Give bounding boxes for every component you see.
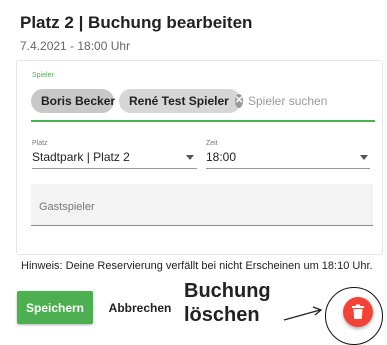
delete-booking-button[interactable] bbox=[343, 297, 373, 327]
annotation-line-2: löschen bbox=[184, 304, 260, 326]
player-chip-label: René Test Spieler bbox=[129, 94, 229, 108]
dialog-title: Platz 2 | Buchung bearbeiten bbox=[20, 13, 253, 32]
remove-player-icon[interactable]: ✕ bbox=[234, 94, 244, 108]
guest-player-input[interactable] bbox=[39, 199, 339, 215]
reservation-hint: Hinweis: Deine Reservierung verfällt bei… bbox=[21, 260, 373, 272]
trash-icon bbox=[352, 304, 364, 319]
court-label: Platz bbox=[32, 140, 48, 147]
time-select[interactable]: 18:00 bbox=[206, 150, 236, 164]
save-button[interactable]: Speichern bbox=[17, 291, 93, 324]
time-label: Zeit bbox=[206, 140, 218, 147]
chevron-down-icon[interactable] bbox=[186, 155, 194, 160]
time-select-underline bbox=[206, 168, 370, 169]
player-search-input[interactable] bbox=[248, 92, 368, 110]
player-chip-boris-becker[interactable]: Boris Becker bbox=[31, 89, 116, 113]
court-select[interactable]: Stadtpark | Platz 2 bbox=[32, 150, 130, 164]
cancel-button[interactable]: Abbrechen bbox=[103, 291, 177, 324]
player-chip-label: Boris Becker bbox=[41, 94, 116, 108]
players-label: Spieler bbox=[32, 72, 54, 79]
annotation-arrow bbox=[283, 306, 323, 321]
dialog-subtitle: 7.4.2021 - 18:00 Uhr bbox=[20, 39, 131, 53]
court-select-underline bbox=[32, 168, 197, 169]
annotation-line-1: Buchung bbox=[184, 280, 271, 302]
players-field-underline bbox=[31, 120, 375, 122]
player-chip-rene-test-spieler[interactable]: René Test Spieler ✕ bbox=[119, 89, 244, 113]
delete-annotation: Buchung löschen bbox=[184, 279, 294, 327]
chevron-down-icon[interactable] bbox=[360, 155, 368, 160]
